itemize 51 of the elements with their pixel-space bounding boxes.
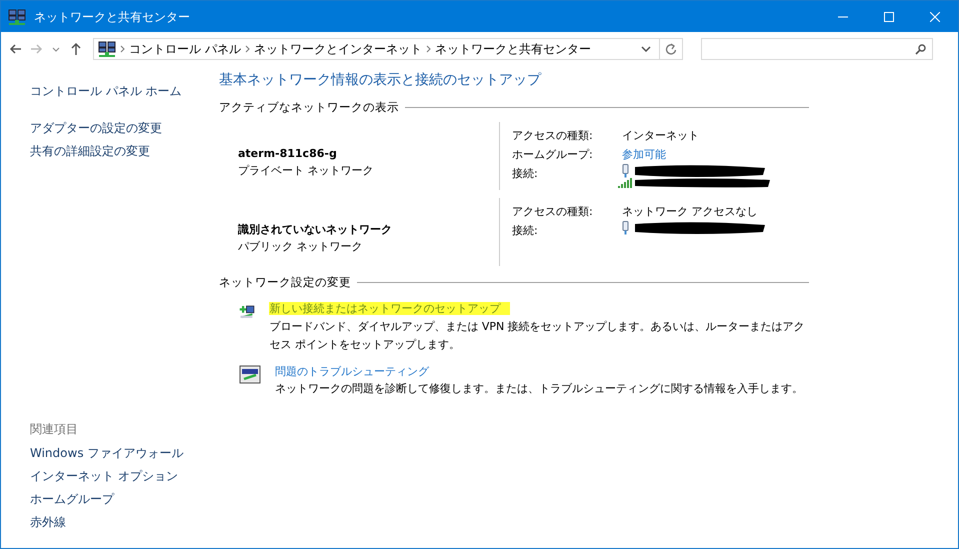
network-icon [8, 8, 26, 24]
close-icon [930, 12, 940, 22]
chevron-icon [244, 45, 250, 53]
network-name: 識別されていないネットワーク [238, 222, 393, 238]
field-label: ホームグループ: [512, 147, 594, 164]
task-link[interactable]: 問題のトラブルシューティング [275, 364, 429, 378]
sidebar-link[interactable]: アダプターの設定の変更 [30, 117, 219, 140]
field-label: 接続: [512, 223, 539, 240]
related-link[interactable]: Windows ファイアウォール [30, 442, 219, 465]
access-type: インターネット [622, 128, 699, 144]
back-button[interactable] [9, 42, 23, 56]
sidebar-link[interactable]: コントロール パネル ホーム [30, 80, 219, 103]
ethernet-icon [622, 164, 629, 178]
task-link[interactable]: 新しい接続またはネットワークのセットアップ [269, 302, 510, 316]
related-link[interactable]: インターネット オプション [30, 465, 219, 488]
chevron-icon [426, 45, 431, 53]
section-heading: ネットワーク設定の変更 [219, 274, 351, 292]
section-heading: アクティブなネットワークの表示 [219, 98, 399, 116]
window-title: ネットワークと共有センター [34, 8, 190, 26]
network-icon [98, 41, 116, 57]
breadcrumb[interactable]: コントロール パネル [125, 40, 245, 58]
field-label: 接続: [512, 166, 539, 182]
breadcrumb[interactable]: ネットワークと共有センター [430, 40, 595, 58]
breadcrumb[interactable]: ネットワークとインターネット [250, 40, 426, 58]
ethernet-icon [622, 221, 629, 236]
sidebar-link[interactable]: 共有の詳細設定の変更 [30, 140, 219, 163]
network-type: パブリック ネットワーク [238, 238, 364, 255]
task-description: ネットワークの問題を診断して修復します。または、トラブルシューティングに関する情報を入手します。 [275, 381, 803, 398]
forward-arrow-icon [29, 42, 43, 56]
troubleshoot-icon [239, 364, 261, 386]
search-icon [915, 44, 926, 54]
dropdown-icon[interactable] [641, 46, 651, 52]
task-description: ブロードバンド、ダイヤルアップ、または VPN 接続をセットアップします。あるいは、ルーターまたはアクセス ポイントをセットアップします。 [269, 318, 806, 353]
access-type: ネットワーク アクセスなし [622, 204, 758, 220]
chevron-icon [120, 45, 125, 53]
related-heading: 関連項目 [30, 421, 79, 438]
maximize-icon [884, 12, 894, 22]
field-label: アクセスの種類: [512, 128, 594, 144]
network-name: aterm-811c86-g [238, 146, 338, 162]
field-label: アクセスの種類: [512, 204, 594, 220]
related-link[interactable]: 赤外線 [30, 511, 219, 534]
homegroup-link[interactable]: 参加可能 [622, 145, 666, 164]
up-button[interactable] [69, 42, 83, 56]
up-arrow-icon [69, 42, 83, 56]
address-bar[interactable]: コントロール パネル ネットワークとインターネット ネットワークと共有センター [93, 38, 683, 60]
search-field[interactable] [701, 38, 933, 60]
back-arrow-icon [9, 42, 23, 56]
refresh-icon[interactable] [665, 43, 677, 55]
related-link[interactable]: ホームグループ [30, 488, 219, 511]
page-heading: 基本ネットワーク情報の表示と接続のセットアップ [219, 72, 542, 89]
network-type: プライベート ネットワーク [238, 162, 374, 179]
